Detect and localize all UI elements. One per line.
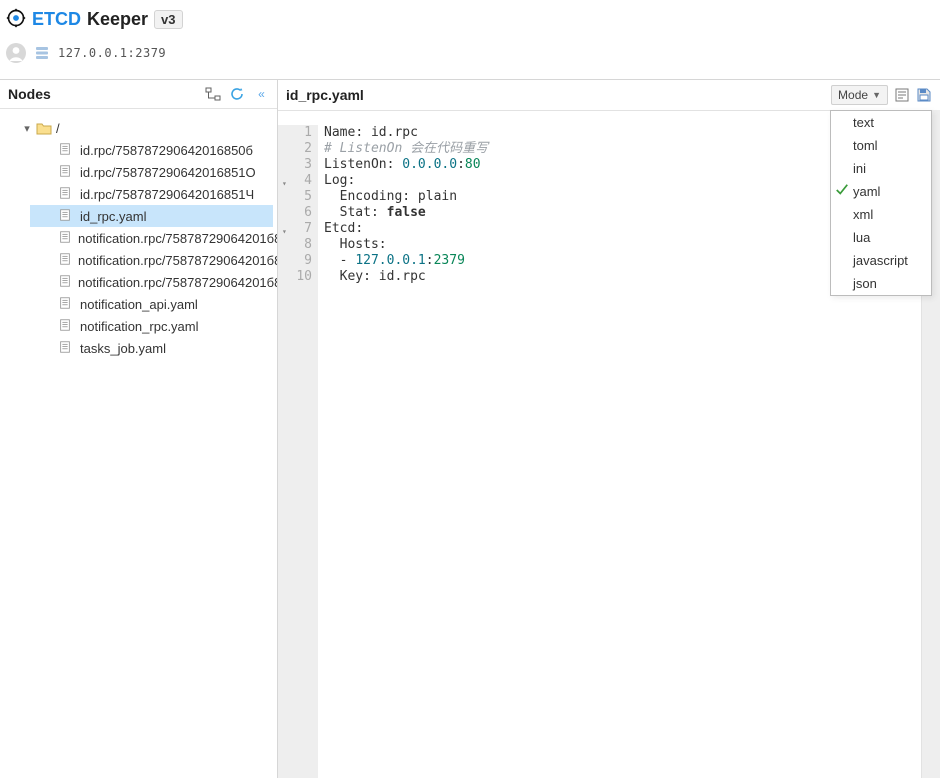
mode-option-label: lua	[853, 230, 870, 245]
gutter-line: 6	[284, 205, 312, 221]
tree-item[interactable]: notification.rpc/75878729064201б8…	[30, 227, 273, 249]
mode-option[interactable]: ini	[831, 157, 931, 180]
gutter-line: 4▾	[284, 173, 312, 189]
editor-title: id_rpc.yaml	[286, 87, 364, 103]
mode-option[interactable]: javascript	[831, 249, 931, 272]
tree-item[interactable]: id_rpc.yaml	[30, 205, 273, 227]
file-icon	[58, 296, 74, 312]
brand-etcd: ETCD	[32, 9, 81, 30]
tree-item[interactable]: notification.rpc/75878729064201б8…	[30, 271, 273, 293]
tree-item-label: notification_rpc.yaml	[80, 319, 199, 334]
mode-option-label: json	[853, 276, 877, 291]
tree-item[interactable]: tasks_job.yaml	[30, 337, 273, 359]
format-icon[interactable]	[894, 87, 910, 103]
user-avatar-icon[interactable]	[6, 43, 26, 63]
tree-expand-icon[interactable]: ▾	[22, 122, 32, 135]
gutter-line: 9	[284, 253, 312, 269]
tree-item-label: notification.rpc/75878729064201б8…	[78, 253, 277, 268]
file-icon	[58, 142, 74, 158]
tree-item[interactable]: id.rpc/758787290642016851Ч	[30, 183, 273, 205]
gutter-line: 3	[284, 157, 312, 173]
brand-title: ETCD Keeper v3	[32, 9, 183, 30]
mode-option[interactable]: xml	[831, 203, 931, 226]
tree-root[interactable]: ▾ /	[4, 117, 273, 139]
gutter-line: 2	[284, 141, 312, 157]
mode-dropdown-label: Mode	[838, 88, 868, 102]
tree-item[interactable]: notification.rpc/75878729064201б8…	[30, 249, 273, 271]
file-icon	[58, 318, 74, 334]
server-icon[interactable]	[34, 45, 50, 61]
tree-item-label: id.rpc/758787290642016850б	[80, 143, 253, 158]
file-icon	[58, 164, 74, 180]
nodes-panel-title: Nodes	[8, 86, 51, 102]
tree-item-label: notification.rpc/75878729064201б8…	[78, 231, 277, 246]
gutter-line: 7▾	[284, 221, 312, 237]
tree-item[interactable]: notification_rpc.yaml	[30, 315, 273, 337]
mode-option-label: toml	[853, 138, 878, 153]
gutter-line: 5	[284, 189, 312, 205]
mode-option-label: xml	[853, 207, 873, 222]
brand-bar: ETCD Keeper v3	[0, 0, 940, 35]
mode-option[interactable]: text	[831, 111, 931, 134]
editor-gutter: 1234▾567▾8910	[278, 125, 318, 778]
file-icon	[58, 186, 74, 202]
file-icon	[58, 230, 72, 246]
mode-option-label: javascript	[853, 253, 908, 268]
address-row: 127.0.0.1:2379	[0, 35, 940, 79]
mode-option[interactable]: toml	[831, 134, 931, 157]
file-icon	[58, 252, 72, 268]
mode-option-label: yaml	[853, 184, 880, 199]
gutter-line: 1	[284, 125, 312, 141]
tree-item-label: notification_api.yaml	[80, 297, 198, 312]
caret-down-icon: ▼	[872, 90, 881, 100]
brand-keeper: Keeper	[87, 9, 148, 30]
folder-icon	[36, 120, 52, 136]
mode-option[interactable]: yaml	[831, 180, 931, 203]
tree-item[interactable]: id.rpc/758787290642016851О	[30, 161, 273, 183]
mode-option-label: ini	[853, 161, 866, 176]
mode-option-label: text	[853, 115, 874, 130]
file-icon	[58, 274, 72, 290]
tree-item-label: id_rpc.yaml	[80, 209, 146, 224]
mode-dropdown-button[interactable]: Mode ▼	[831, 85, 888, 105]
file-icon	[58, 340, 74, 356]
editor-panel-header: id_rpc.yaml Mode ▼	[278, 80, 940, 111]
tree-settings-icon[interactable]	[205, 86, 221, 102]
version-badge: v3	[154, 10, 182, 29]
tree: ▾ / id.rpc/758787290642016850б id.rpc/75…	[0, 109, 277, 367]
check-icon	[835, 183, 849, 200]
tree-root-label: /	[56, 121, 60, 136]
nodes-panel-header: Nodes «	[0, 80, 277, 109]
main-split: Nodes «	[0, 79, 940, 778]
tree-item[interactable]: id.rpc/758787290642016850б	[30, 139, 273, 161]
mode-dropdown-menu[interactable]: text toml ini yaml xml lua javascript json	[830, 110, 932, 296]
file-icon	[58, 208, 74, 224]
tree-item-label: notification.rpc/75878729064201б8…	[78, 275, 277, 290]
collapse-panel-icon[interactable]: «	[253, 86, 269, 102]
logo-icon	[6, 8, 26, 31]
save-icon[interactable]	[916, 87, 932, 103]
gutter-line: 10	[284, 269, 312, 285]
tree-item-label: tasks_job.yaml	[80, 341, 166, 356]
mode-option[interactable]: lua	[831, 226, 931, 249]
tree-item-label: id.rpc/758787290642016851О	[80, 165, 256, 180]
nodes-panel: Nodes «	[0, 80, 278, 778]
gutter-line: 8	[284, 237, 312, 253]
tree-item-label: id.rpc/758787290642016851Ч	[80, 187, 254, 202]
tree-item[interactable]: notification_api.yaml	[30, 293, 273, 315]
mode-option[interactable]: json	[831, 272, 931, 295]
server-address[interactable]: 127.0.0.1:2379	[58, 46, 166, 60]
editor-panel: id_rpc.yaml Mode ▼	[278, 80, 940, 778]
refresh-icon[interactable]	[229, 86, 245, 102]
